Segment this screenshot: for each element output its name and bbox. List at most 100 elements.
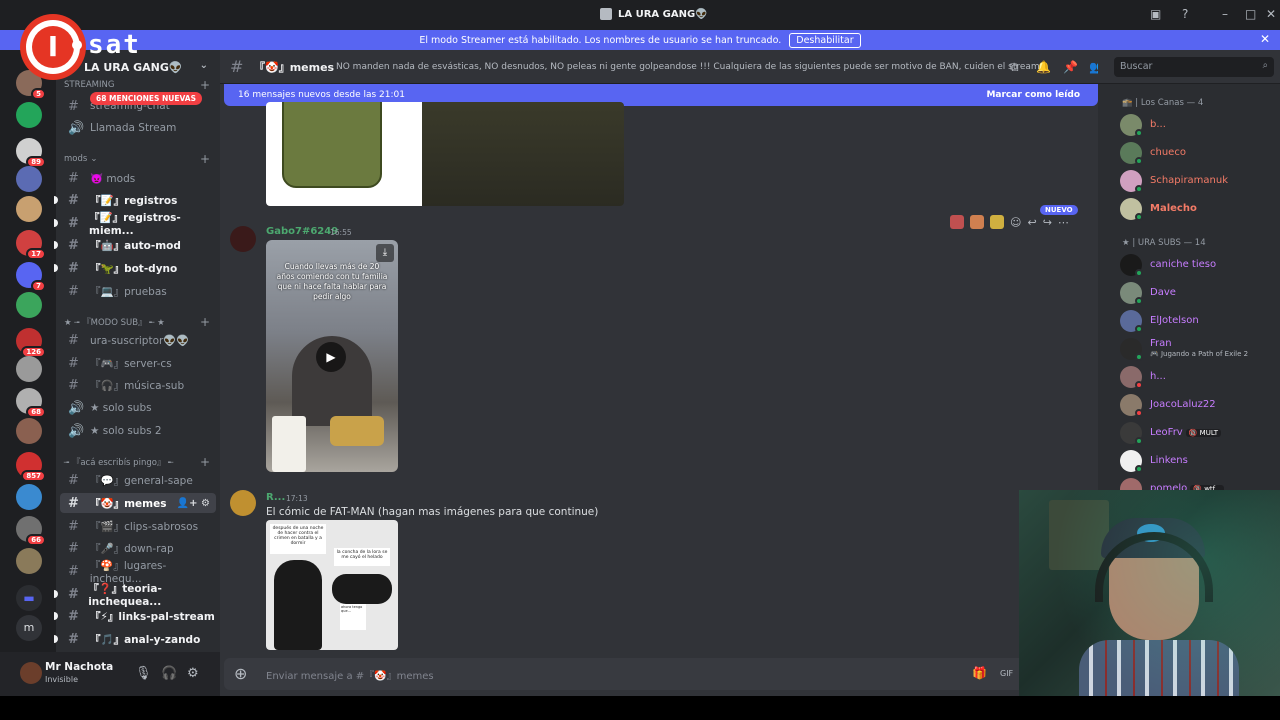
channel-musica-sub[interactable]: # 『🎧』música-sub <box>60 375 216 395</box>
more-icon[interactable]: ⋯ <box>1058 216 1069 229</box>
search-input[interactable]: Buscar ⌕ <box>1114 57 1274 77</box>
category-streaming[interactable]: STREAMING + <box>64 78 214 92</box>
add-reaction-icon[interactable]: ☺ <box>1010 216 1021 229</box>
folder-icon[interactable]: ▬ <box>16 585 42 611</box>
reaction-emoji[interactable] <box>970 215 984 229</box>
message-author[interactable]: R... <box>266 492 285 503</box>
member-item[interactable]: Malecho <box>1120 198 1280 222</box>
channel-server-cs[interactable]: # 『🎮』server-cs <box>60 353 216 373</box>
category-modo-sub[interactable]: ★ ╼ 『MODO SUB』 ╾ ★ + <box>64 315 214 329</box>
channel-memes[interactable]: # 『🤡』memes 👤+ ⚙ <box>60 493 216 513</box>
attachment-image[interactable] <box>266 102 624 206</box>
threads-icon[interactable]: ⧉ <box>1010 60 1019 75</box>
member-item[interactable]: Fran 🎮 Jugando a Path of Exile 2 <box>1120 338 1280 362</box>
member-item[interactable]: JoacoLaluz22 <box>1120 394 1280 418</box>
member-item[interactable]: chueco <box>1120 142 1280 166</box>
channel-registros[interactable]: # 『📝』registros <box>54 190 216 210</box>
add-channel-icon[interactable]: + <box>200 152 210 166</box>
close-window-icon[interactable]: ✕ <box>1266 7 1276 21</box>
inbox-icon[interactable]: ▣ <box>1150 7 1161 21</box>
avatar[interactable] <box>230 490 256 516</box>
channel-solo-subs-2[interactable]: 🔊 ★ solo subs 2 <box>60 421 216 441</box>
server-icon[interactable]: 89 <box>16 138 46 168</box>
channel-down-rap[interactable]: # 『🎤』down-rap <box>60 538 216 558</box>
channel-mods[interactable]: # 👿 mods <box>60 168 216 188</box>
member-item[interactable]: Schapiramanuk <box>1120 170 1280 194</box>
channel-solo-subs[interactable]: 🔊 ★ solo subs <box>60 398 216 418</box>
channel-clips-sabrosos[interactable]: # 『🎬』clips-sabrosos <box>60 516 216 536</box>
server-icon[interactable] <box>16 292 42 318</box>
server-icon[interactable]: m <box>16 615 42 641</box>
channel-general-sape[interactable]: # 『💬』general-sape <box>60 470 216 490</box>
channel-links-pal-stream[interactable]: # 『⚡』links-pal-stream <box>54 606 216 626</box>
chevron-down-icon[interactable]: ⌄ <box>200 60 208 71</box>
forward-icon[interactable]: ↪ <box>1043 216 1052 229</box>
server-icon[interactable] <box>16 356 42 382</box>
reaction-emoji[interactable] <box>950 215 964 229</box>
server-icon[interactable]: 66 <box>16 516 46 546</box>
new-mentions-pill[interactable]: 68 MENCIONES NUEVAS <box>90 92 202 105</box>
server-icon[interactable] <box>16 166 42 192</box>
member-item[interactable]: LeoFrv 🔞 MULT <box>1120 422 1280 446</box>
disable-streamer-button[interactable]: Deshabilitar <box>789 32 861 48</box>
gif-icon[interactable]: GIF <box>1000 669 1013 678</box>
bell-icon[interactable]: 🔔 <box>1036 60 1051 74</box>
member-item[interactable]: ElJotelson <box>1120 310 1280 334</box>
channel-llamada-stream[interactable]: 🔊 Llamada Stream <box>60 118 216 138</box>
mark-read-button[interactable]: Marcar como leído <box>986 90 1080 100</box>
headphones-icon[interactable]: 🎧 <box>161 666 177 681</box>
gift-icon[interactable]: 🎁 <box>972 666 987 680</box>
server-icon[interactable]: 857 <box>16 452 46 482</box>
minimize-icon[interactable]: – <box>1222 7 1228 21</box>
message-composer[interactable]: ⊕ Enviar mensaje a #『🤡』memes 🎁 GIF <box>224 658 1094 690</box>
server-icon[interactable] <box>16 102 42 128</box>
category-mods[interactable]: mods ⌄ + <box>64 152 214 166</box>
reaction-emoji[interactable] <box>990 215 1004 229</box>
user-name[interactable]: Mr Nachota <box>45 661 113 673</box>
channel-auto-mod[interactable]: # 『🤖』auto-mod <box>54 235 216 255</box>
member-item[interactable]: caniche tieso <box>1120 254 1280 278</box>
message-author[interactable]: Gabo7#6249 <box>266 226 338 237</box>
member-item[interactable]: pomelo 🔞 wtf... <box>1120 478 1280 490</box>
server-icon[interactable]: 68 <box>16 388 46 418</box>
member-item[interactable]: Linkens <box>1120 450 1280 474</box>
composer-placeholder[interactable]: Enviar mensaje a #『🤡』memes <box>266 667 434 682</box>
comic-image[interactable]: después de una noche de hacer contra el … <box>266 520 398 650</box>
pin-icon[interactable]: 📌 <box>1063 60 1078 74</box>
add-attachment-icon[interactable]: ⊕ <box>234 664 247 683</box>
avatar[interactable] <box>230 226 256 252</box>
server-icon[interactable] <box>16 484 42 510</box>
add-channel-icon[interactable]: + <box>200 78 210 92</box>
member-item[interactable]: h... <box>1120 366 1280 390</box>
category-aca-escribis[interactable]: ╼ 『acá escribís pingo』 ╾ + <box>64 455 214 469</box>
channel-lugares-inchequeables[interactable]: # 『🍄』lugares-inchequ... <box>60 560 216 585</box>
channel-settings-icon[interactable]: 👤+ ⚙ <box>177 498 210 509</box>
avatar[interactable] <box>20 662 42 684</box>
add-channel-icon[interactable]: + <box>200 455 210 469</box>
help-icon[interactable]: ? <box>1182 7 1188 21</box>
member-item[interactable]: Dave <box>1120 282 1280 306</box>
channel-ura-suscriptor[interactable]: # ura-suscriptor👽👽 <box>60 330 216 350</box>
maximize-icon[interactable]: □ <box>1245 7 1256 21</box>
server-icon[interactable] <box>16 196 42 222</box>
channel-anal-y-zando[interactable]: # 『🎵』anal-y-zando <box>54 629 216 649</box>
channel-registros-miembros[interactable]: # 『📝』registros-miem... <box>54 212 216 237</box>
server-icon[interactable]: 7 <box>16 262 46 292</box>
close-banner-icon[interactable]: ✕ <box>1260 32 1270 46</box>
channel-bot-dyno[interactable]: # 『🦖』bot-dyno <box>54 258 216 278</box>
reply-icon[interactable]: ↩ <box>1027 216 1036 229</box>
server-icon[interactable] <box>16 548 42 574</box>
play-icon[interactable]: ▶ <box>316 342 346 372</box>
download-icon[interactable]: ⤓ <box>376 244 394 262</box>
channel-topic[interactable]: NO manden nada de esvásticas, NO desnudo… <box>336 62 1043 72</box>
video-attachment[interactable]: Cuando llevas más de 20 años comiendo co… <box>266 240 398 472</box>
server-icon[interactable] <box>16 418 42 444</box>
add-channel-icon[interactable]: + <box>200 315 210 329</box>
member-item[interactable]: b... <box>1120 114 1280 138</box>
channel-pruebas[interactable]: # 『💻』pruebas <box>60 281 216 301</box>
server-icon[interactable]: 17 <box>16 230 46 260</box>
mic-icon[interactable]: 🎙 <box>135 666 152 681</box>
channel-teoria-inchequeable[interactable]: # 『❓』teoria-inchequea... <box>54 583 216 608</box>
gear-icon[interactable]: ⚙ <box>187 666 199 681</box>
server-icon[interactable]: 126 <box>16 328 46 358</box>
